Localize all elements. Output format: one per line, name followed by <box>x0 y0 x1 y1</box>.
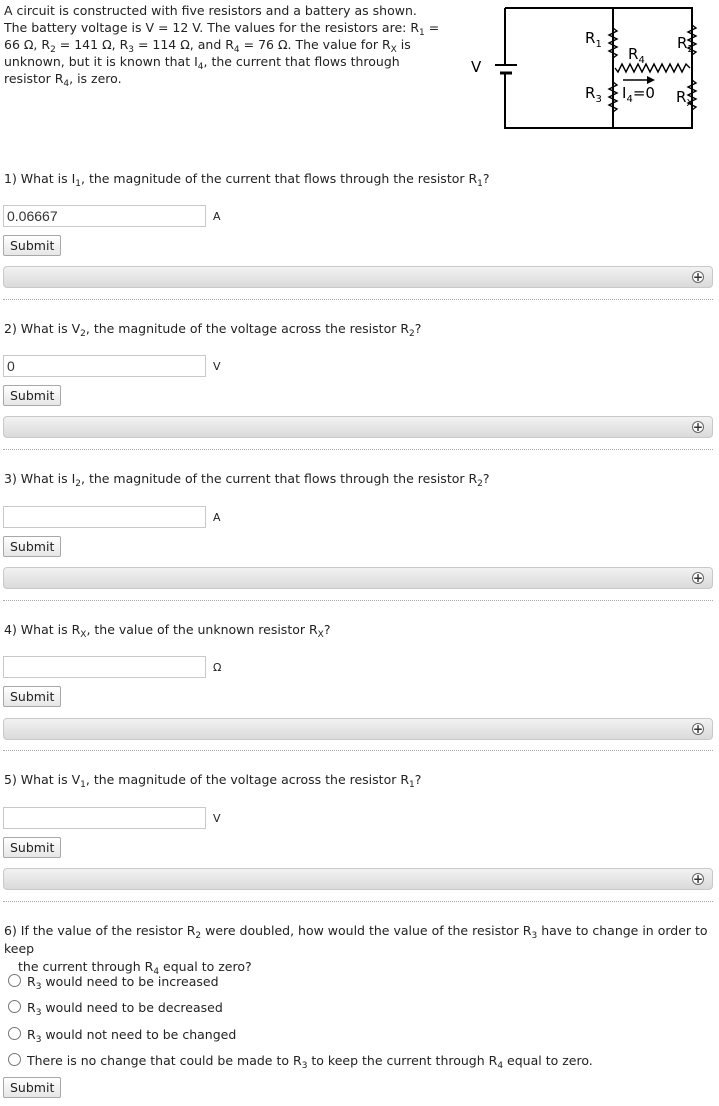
question-3-hint-bar[interactable]: + <box>3 567 713 589</box>
question-2-answer-input[interactable] <box>3 355 206 377</box>
question-3-unit: A <box>213 511 221 524</box>
plus-circle-icon[interactable]: + <box>692 421 704 433</box>
r3-label: R3 <box>585 84 602 105</box>
question-3-answer-input[interactable] <box>3 506 206 528</box>
question-1-submit-button[interactable]: Submit <box>3 235 62 256</box>
question-5-answer-input[interactable] <box>3 807 206 829</box>
i4-label: I4=0 <box>622 84 655 105</box>
plus-circle-icon[interactable]: + <box>692 723 704 735</box>
radio-button[interactable] <box>8 1053 21 1066</box>
question-1-hint-bar[interactable]: + <box>3 266 713 288</box>
plus-circle-icon[interactable]: + <box>692 572 704 584</box>
question-5-text: 5) What is V1, the magnitude of the volt… <box>4 772 422 790</box>
question-4-text: 4) What is RX, the value of the unknown … <box>4 622 331 640</box>
rx-label: RX <box>676 88 693 109</box>
question-4-answer-input[interactable] <box>3 656 206 678</box>
question-6-submit-button[interactable]: Submit <box>3 1077 62 1098</box>
resistor-r4-symbol <box>614 62 691 74</box>
question-4-submit-button[interactable]: Submit <box>3 686 62 707</box>
question-1-text: 1) What is I1, the magnitude of the curr… <box>4 171 490 189</box>
plus-circle-icon[interactable]: + <box>692 271 704 283</box>
divider <box>3 600 713 601</box>
divider <box>3 449 713 450</box>
question-2-hint-bar[interactable]: + <box>3 416 713 438</box>
circuit-diagram: V R1 R2 R3 R4 RX I4=0 <box>471 7 698 129</box>
question-3-submit-button[interactable]: Submit <box>3 536 62 557</box>
problem-statement: A circuit is constructed with five resis… <box>4 3 440 89</box>
question-5-hint-bar[interactable]: + <box>3 868 713 890</box>
question-4-unit: Ω <box>213 661 222 674</box>
question-1-answer-input[interactable] <box>3 205 206 227</box>
r4-label: R4 <box>628 45 645 66</box>
divider <box>3 299 713 300</box>
question-3-text: 3) What is I2, the magnitude of the curr… <box>4 471 490 489</box>
divider <box>3 901 713 902</box>
question-4-hint-bar[interactable]: + <box>3 718 713 740</box>
question-2-submit-button[interactable]: Submit <box>3 385 62 406</box>
question-5-unit: V <box>213 812 221 825</box>
divider <box>3 750 713 751</box>
radio-button[interactable] <box>8 974 21 987</box>
question-5-submit-button[interactable]: Submit <box>3 837 62 858</box>
question-2-text: 2) What is V2, the magnitude of the volt… <box>4 321 422 339</box>
question-1-unit: A <box>213 210 221 223</box>
radio-button[interactable] <box>8 1027 21 1040</box>
r1-label: R1 <box>585 29 602 50</box>
battery-voltage-label: V <box>471 58 482 76</box>
current-arrow-head <box>647 76 655 84</box>
question-6-text: 6) If the value of the resistor R2 were … <box>4 923 708 977</box>
plus-circle-icon[interactable]: + <box>692 873 704 885</box>
question-2-unit: V <box>213 360 221 373</box>
radio-button[interactable] <box>8 1000 21 1013</box>
